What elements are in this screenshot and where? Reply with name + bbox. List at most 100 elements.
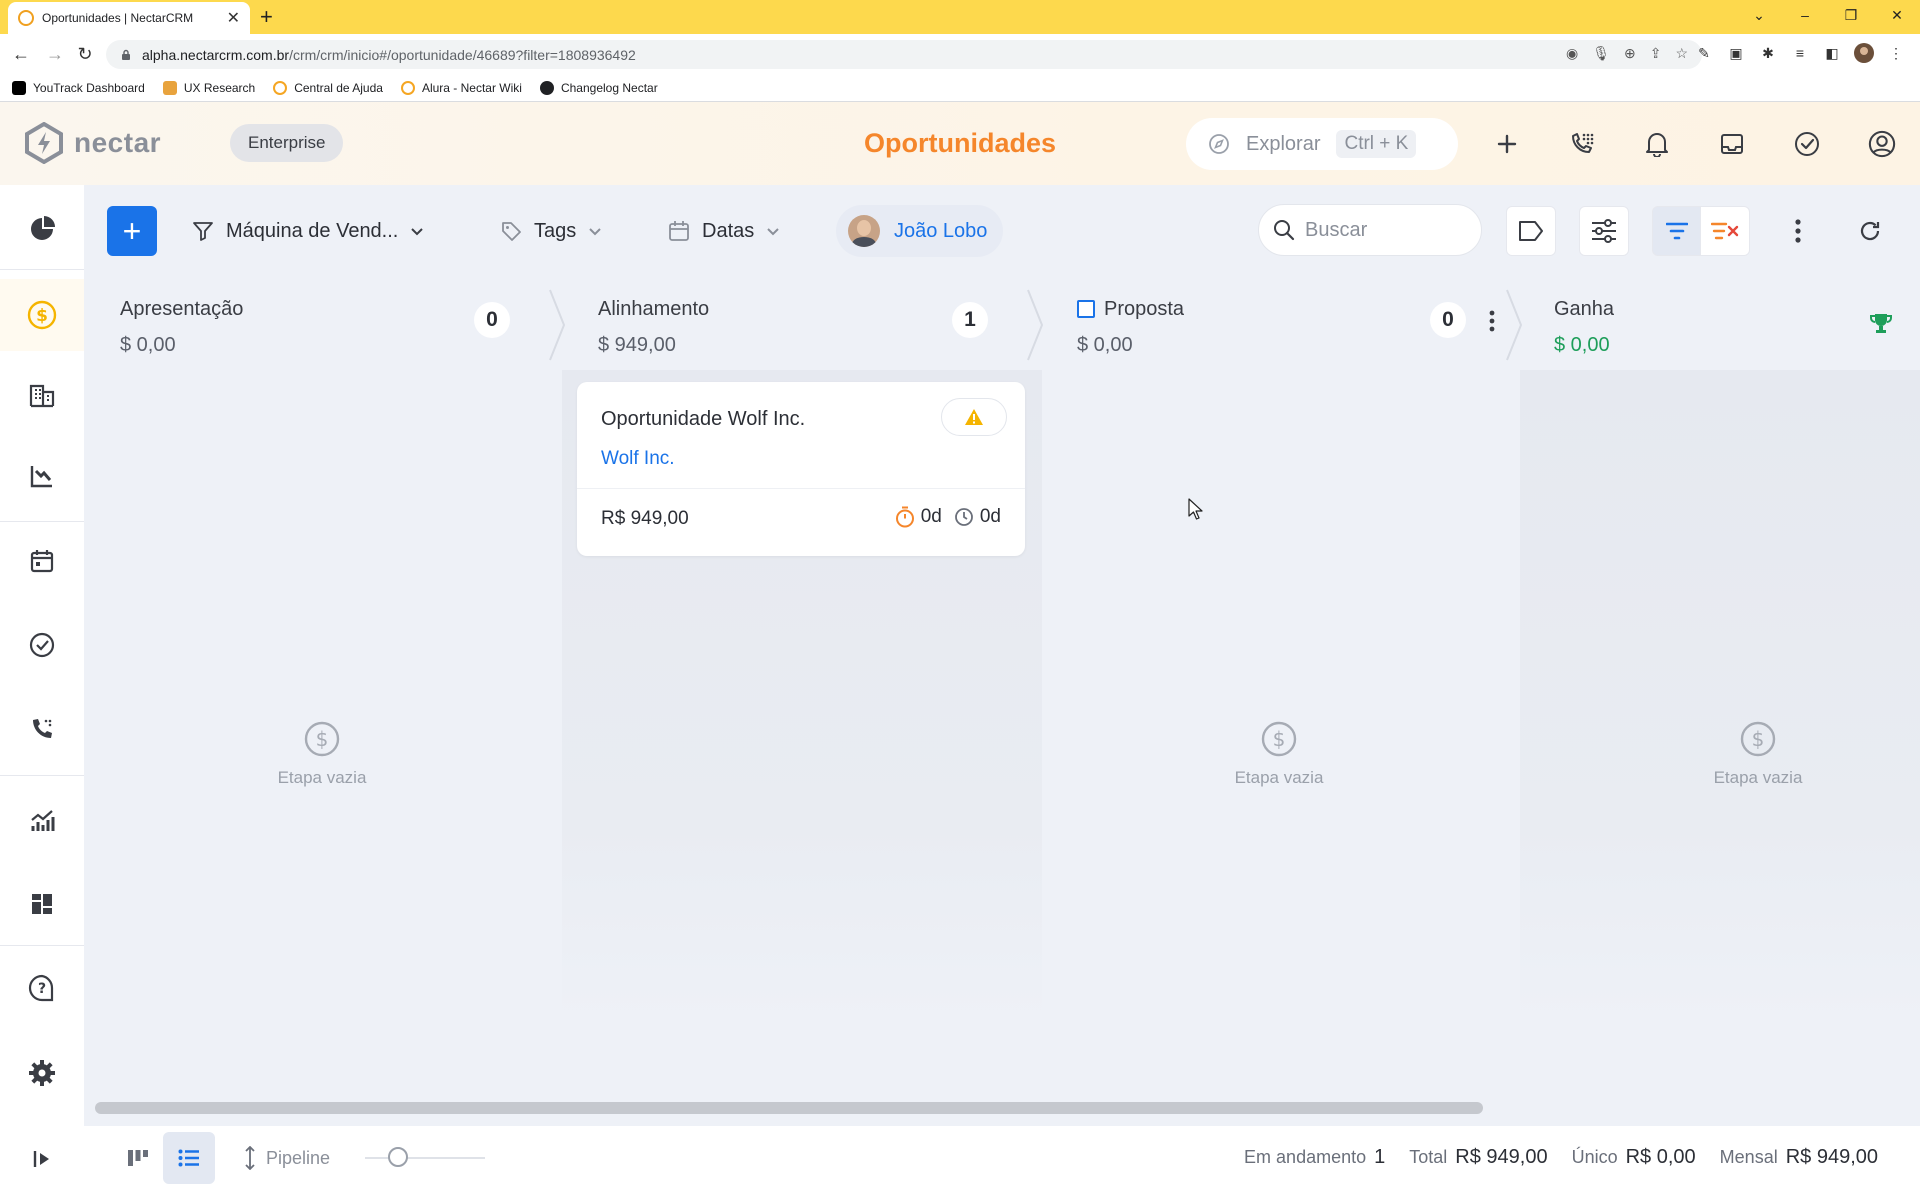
user-account-icon[interactable] (1868, 130, 1896, 158)
opportunity-company-link[interactable]: Wolf Inc. (601, 448, 675, 470)
zoom-icon[interactable]: ⊕ (1624, 45, 1636, 62)
dates-filter-label: Datas (702, 219, 755, 242)
sidebar-item-settings[interactable] (0, 1041, 84, 1105)
sort-lines-icon (1666, 222, 1688, 240)
in-progress-label: Em andamento (1244, 1147, 1367, 1167)
sidebar-item-analytics[interactable] (0, 788, 84, 852)
back-icon[interactable]: ← (10, 43, 32, 65)
stage-select-checkbox[interactable] (1077, 300, 1095, 318)
phone-dialpad-icon[interactable] (1568, 130, 1596, 158)
opportunity-title[interactable]: Oportunidade Wolf Inc. (601, 408, 805, 431)
tag-icon (502, 222, 521, 241)
extensions-puzzle-icon[interactable]: ✱ (1758, 43, 1778, 63)
explore-search[interactable]: Explorar Ctrl + K (1186, 118, 1458, 170)
reload-icon[interactable]: ↻ (74, 43, 96, 65)
empty-stage-proposta: $ Etapa vazia (1129, 720, 1429, 788)
horizontal-scrollbar[interactable] (95, 1102, 1483, 1114)
bookmark-alura-wiki[interactable]: Alura - Nectar Wiki (400, 80, 522, 95)
tags-filter-dropdown[interactable]: Tags (500, 213, 602, 249)
minimize-button[interactable]: – (1782, 0, 1828, 30)
add-icon[interactable] (1493, 130, 1521, 158)
bookmark-central-ajuda[interactable]: Central de Ajuda (273, 80, 383, 95)
sidebar-item-dashboard[interactable] (0, 197, 84, 261)
inbox-icon[interactable] (1718, 130, 1746, 158)
media-queue-icon[interactable]: ≡ (1790, 43, 1810, 63)
zoom-slider-track[interactable] (365, 1157, 485, 1159)
sidebar-item-reports[interactable] (0, 444, 84, 508)
svg-text:?: ? (38, 981, 46, 997)
kanban-view-button[interactable] (112, 1132, 164, 1184)
stage-header-alinhamento: Alinhamento $ 949,00 1 (578, 280, 998, 370)
bookmark-star-icon[interactable]: ☆ (1675, 45, 1688, 62)
close-window-button[interactable]: ✕ (1874, 0, 1920, 30)
share-icon[interactable]: ⇪ (1650, 45, 1662, 62)
warning-badge[interactable] (941, 398, 1007, 436)
add-opportunity-button[interactable]: + (107, 206, 157, 256)
sidebar-divider (0, 945, 84, 946)
opportunity-card[interactable]: Oportunidade Wolf Inc. Wolf Inc. R$ 949,… (577, 382, 1025, 556)
eye-icon[interactable]: ◉ (1566, 45, 1578, 62)
sidebar-item-calls[interactable] (0, 697, 84, 761)
filter-funnel-icon (193, 222, 213, 241)
bookmark-label: YouTrack Dashboard (33, 80, 145, 95)
cast-extension-icon[interactable]: ▣ (1726, 43, 1746, 63)
sort-filter-button[interactable] (1652, 206, 1702, 256)
forward-icon[interactable]: → (44, 43, 66, 65)
sidebar-item-help[interactable]: ? (0, 956, 84, 1020)
browser-toolbar: ← → ↻ alpha.nectarcrm.com.br/crm/crm/ini… (0, 34, 1920, 74)
refresh-button[interactable] (1845, 206, 1895, 256)
zoom-slider-handle[interactable] (388, 1147, 408, 1167)
calendar-icon (669, 221, 689, 241)
clear-filters-button[interactable] (1700, 206, 1750, 256)
browser-menu-icon[interactable]: ⋮ (1886, 43, 1906, 63)
bookmark-ux-research[interactable]: UX Research (162, 80, 256, 95)
sidebar-item-apps[interactable] (0, 872, 84, 936)
monthly-amount: Mensal R$ 949,00 (1720, 1146, 1878, 1169)
timer-total-days: 0d (979, 506, 1001, 527)
bell-icon[interactable] (1643, 130, 1671, 158)
search-icon (1274, 220, 1295, 241)
pen-extension-icon[interactable]: ✎ (1694, 43, 1714, 63)
mic-icon[interactable]: 🎙 (1592, 45, 1610, 62)
nectar-favicon-icon (18, 10, 34, 26)
user-filter-chip[interactable]: João Lobo (836, 205, 1004, 257)
list-view-button[interactable] (163, 1132, 215, 1184)
side-panel-icon[interactable]: ◧ (1822, 43, 1842, 63)
dates-filter-dropdown[interactable]: Datas (668, 213, 780, 249)
bookmark-changelog[interactable]: Changelog Nectar (539, 80, 658, 95)
sidebar-item-tasks[interactable] (0, 613, 84, 677)
address-bar[interactable]: alpha.nectarcrm.com.br/crm/crm/inicio#/o… (106, 40, 1702, 69)
pipeline-filter-dropdown[interactable]: Máquina de Vend... (192, 213, 424, 249)
restore-button[interactable]: ❐ (1828, 0, 1874, 30)
app-header: nectar Enterprise Oportunidades Explorar… (0, 102, 1920, 185)
opportunity-timers: 0d 0d (895, 506, 1001, 528)
search-input[interactable]: Buscar (1258, 204, 1482, 256)
bookmark-label: Central de Ajuda (294, 80, 383, 95)
tab-search-chevron-icon[interactable]: ⌄ (1736, 0, 1782, 30)
svg-text:$: $ (1273, 727, 1286, 751)
stage-count: 0 (1430, 302, 1466, 338)
adjust-columns-button[interactable] (1579, 206, 1629, 256)
footer-totals: Em andamento 1 Total R$ 949,00 Único R$ 0,0… (1244, 1146, 1878, 1169)
sidebar-item-opportunities[interactable]: $ (0, 279, 84, 351)
monthly-label: Mensal (1719, 1147, 1778, 1167)
sidebar-expand-button[interactable] (0, 1127, 84, 1191)
browser-tab[interactable]: Oportunidades | NectarCRM ✕ (8, 2, 250, 34)
sidebar-item-companies[interactable] (0, 363, 84, 427)
explore-shortcut: Ctrl + K (1336, 130, 1417, 158)
bookmark-label: UX Research (183, 80, 256, 95)
nectar-bookmark-icon (400, 80, 415, 95)
total-amount: Total R$ 949,00 (1409, 1146, 1547, 1169)
stage-menu-icon[interactable] (1489, 310, 1495, 332)
pie-chart-icon (31, 216, 55, 240)
label-view-button[interactable] (1506, 206, 1556, 256)
more-options-button[interactable] (1773, 206, 1823, 256)
close-tab-icon[interactable]: ✕ (227, 8, 240, 28)
new-tab-button[interactable]: + (260, 4, 273, 30)
sidebar-item-calendar[interactable] (0, 529, 84, 593)
pipeline-height-toggle[interactable]: Pipeline (244, 1146, 330, 1170)
nectar-logo[interactable]: nectar (24, 122, 161, 164)
profile-avatar-icon[interactable] (1854, 43, 1874, 63)
task-check-icon[interactable] (1793, 130, 1821, 158)
bookmark-youtrack[interactable]: YouTrack Dashboard (12, 80, 145, 95)
